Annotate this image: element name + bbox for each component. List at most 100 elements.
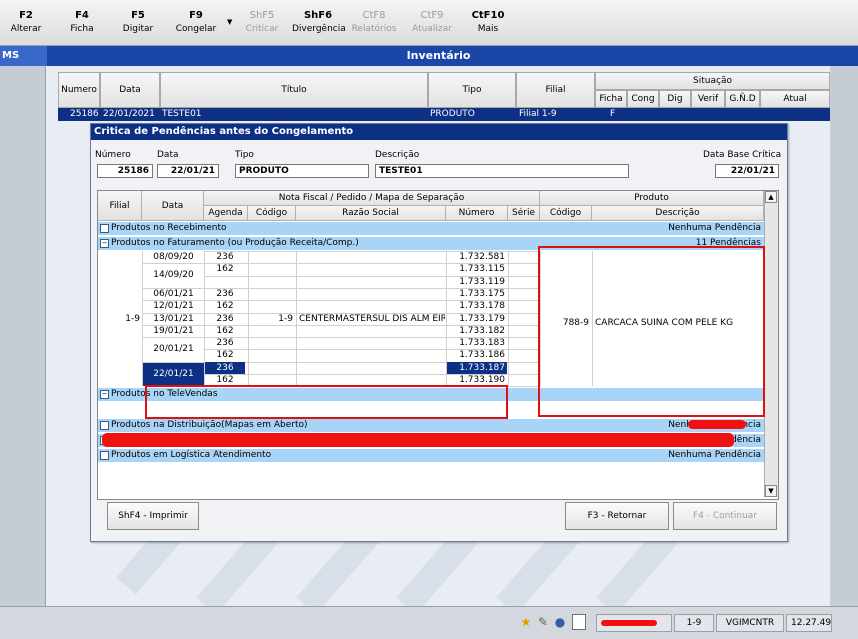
toolbar-button-ctf10[interactable]: CtF10 Mais [462,10,514,34]
toolbar-button-f5[interactable]: F5 Digitar [112,10,164,34]
agenda-cell[interactable]: 162 [205,263,245,275]
grid-codigo-header[interactable]: Código [248,206,296,221]
expand-checkbox[interactable] [100,224,109,233]
numero-cell[interactable]: 1.733.179 [447,313,507,325]
scroll-up-icon[interactable]: ▲ [765,191,777,203]
agenda-cell[interactable]: 236 [205,313,245,325]
agenda-cell[interactable]: 162 [205,325,245,337]
col-cong-header[interactable]: Cong [627,90,659,108]
tools-icon[interactable]: ✎ [535,614,551,630]
numero-cell[interactable]: 1.733.178 [447,300,507,312]
toolbar-button-ctf8[interactable]: CtF8 Relatórios [348,10,400,34]
toolbar-key-label: F2 [19,10,33,21]
grid-numero-header[interactable]: Número [446,206,508,221]
date-cell[interactable]: 12/01/21 [143,300,204,312]
col-filial-header[interactable]: Filial [516,72,595,108]
grid-nf-group-header: Nota Fiscal / Pedido / Mapa de Separação [204,191,540,206]
col-verif-header[interactable]: Verif [691,90,725,108]
numero-cell[interactable]: 1.733.187 [447,361,507,374]
toolbar-action-label: Alterar [10,24,42,34]
col-tipo-header[interactable]: Tipo [428,72,516,108]
col-gnd-header[interactable]: G.Ñ.D [725,90,760,108]
imprimir-button[interactable]: ShF4 - Imprimir [107,502,199,530]
grid-prod-codigo-header[interactable]: Código [540,206,592,221]
date-cell[interactable]: 20/01/21 [143,337,204,362]
numero-cell[interactable]: 1.733.115 [447,263,507,275]
toolbar-button-shf5[interactable]: ShF5 Criticar [236,10,288,34]
toolbar-button-f2[interactable]: F2 Alterar [0,10,52,34]
date-cell[interactable]: 19/01/21 [143,325,204,337]
agenda-cell[interactable]: 162 [205,300,245,312]
clipboard-icon[interactable] [572,614,586,630]
continuar-button[interactable]: F4 - Continuar [673,502,777,530]
date-divider [142,312,204,314]
numero-field[interactable]: 25186 [97,164,153,178]
numero-cell[interactable]: 1.733.182 [447,325,507,337]
grid-serie-header[interactable]: Série [508,206,540,221]
section-row[interactable]: Produtos na Distribuição(Mapas em Aberto… [98,419,764,433]
section-name: Produtos no Recebimento [111,223,227,233]
collapse-icon[interactable]: − [100,239,109,248]
agenda-cell[interactable]: 236 [205,337,245,349]
col-atual-header[interactable]: Atual [760,90,830,108]
section-row[interactable]: Produtos no Recebimento Nenhuma Pendência [98,222,764,235]
grid-produto-group-header: Produto [540,191,764,206]
retornar-button[interactable]: F3 - Retornar [565,502,669,530]
grid-data-header[interactable]: Data [142,191,204,221]
toolbar-key-label: ShF6 [303,10,333,21]
agenda-cell[interactable]: 236 [205,251,245,263]
col-dig-header[interactable]: Dig [659,90,691,108]
toolbar-button-f9[interactable]: F9 Congelar [170,10,222,34]
grid-razao-header[interactable]: Razão Social [296,206,446,221]
tipo-field[interactable]: PRODUTO [235,164,369,178]
grid-scrollbar[interactable]: ▲ ▼ [764,191,778,497]
caret-down-icon[interactable]: ▼ [227,18,232,26]
agenda-cell[interactable]: 236 [205,361,245,374]
expand-checkbox[interactable] [100,451,109,461]
user-icon[interactable]: ● [552,614,568,630]
numero-cell[interactable]: 1.733.186 [447,349,507,361]
grid-prod-desc-header[interactable]: Descrição [592,206,764,221]
row-tipo: PRODUTO [430,109,475,119]
scroll-down-icon[interactable]: ▼ [765,485,777,497]
date-cell[interactable]: 22/01/21 [143,361,204,387]
star-icon[interactable]: ★ [518,614,534,630]
date-divider [142,300,204,302]
date-cell[interactable]: 13/01/21 [143,313,204,325]
column-divider [508,251,509,387]
date-cell[interactable]: 08/09/20 [143,251,204,263]
table-row-selected[interactable]: 25186 22/01/2021 TESTE01 PRODUTO Filial … [58,108,830,121]
toolbar-action-label: Atualizar [412,24,452,34]
toolbar-button-shf6[interactable]: ShF6 Divergência [292,10,346,34]
toolbar-key-label: CtF8 [362,10,386,21]
numero-cell[interactable]: 1.732.581 [447,251,507,263]
numero-cell[interactable]: 1.733.183 [447,337,507,349]
numero-cell[interactable]: 1.733.175 [447,288,507,300]
collapse-icon[interactable]: − [100,390,109,400]
date-divider [142,287,204,289]
numero-cell[interactable]: 1.733.119 [447,276,507,288]
row-titulo: TESTE01 [162,109,202,119]
grid-agenda-header[interactable]: Agenda [204,206,248,221]
module-label: MS [0,46,47,66]
toolbar-button-ctf9[interactable]: CtF9 Atualizar [406,10,458,34]
col-ficha-header[interactable]: Ficha [595,90,627,108]
section-row[interactable]: Produtos em Logística Atendimento Nenhuma… [98,449,764,463]
agenda-cell[interactable]: 162 [205,349,245,361]
date-cell[interactable]: 14/09/20 [143,263,204,288]
data-field[interactable]: 22/01/21 [157,164,219,178]
col-data-header[interactable]: Data [100,72,160,108]
toolbar-button-f4[interactable]: F4 Ficha [56,10,108,34]
cliente-codigo-cell: 1-9 [278,313,293,324]
status-bar: ★ ✎ ● 1-9 VGIMCNTR 12.27.49 [0,606,858,639]
col-numero-header[interactable]: Numero [58,72,100,108]
date-cell[interactable]: 06/01/21 [143,288,204,300]
section-pendencia: Nenhuma Pendência [668,223,761,233]
expand-checkbox[interactable] [100,421,109,431]
grid-filial-header[interactable]: Filial [98,191,142,221]
descricao-field[interactable]: TESTE01 [375,164,629,178]
agenda-cell[interactable]: 236 [205,288,245,300]
toolbar-key-label: F4 [75,10,89,21]
data-base-field[interactable]: 22/01/21 [715,164,779,178]
col-titulo-header[interactable]: Título [160,72,428,108]
